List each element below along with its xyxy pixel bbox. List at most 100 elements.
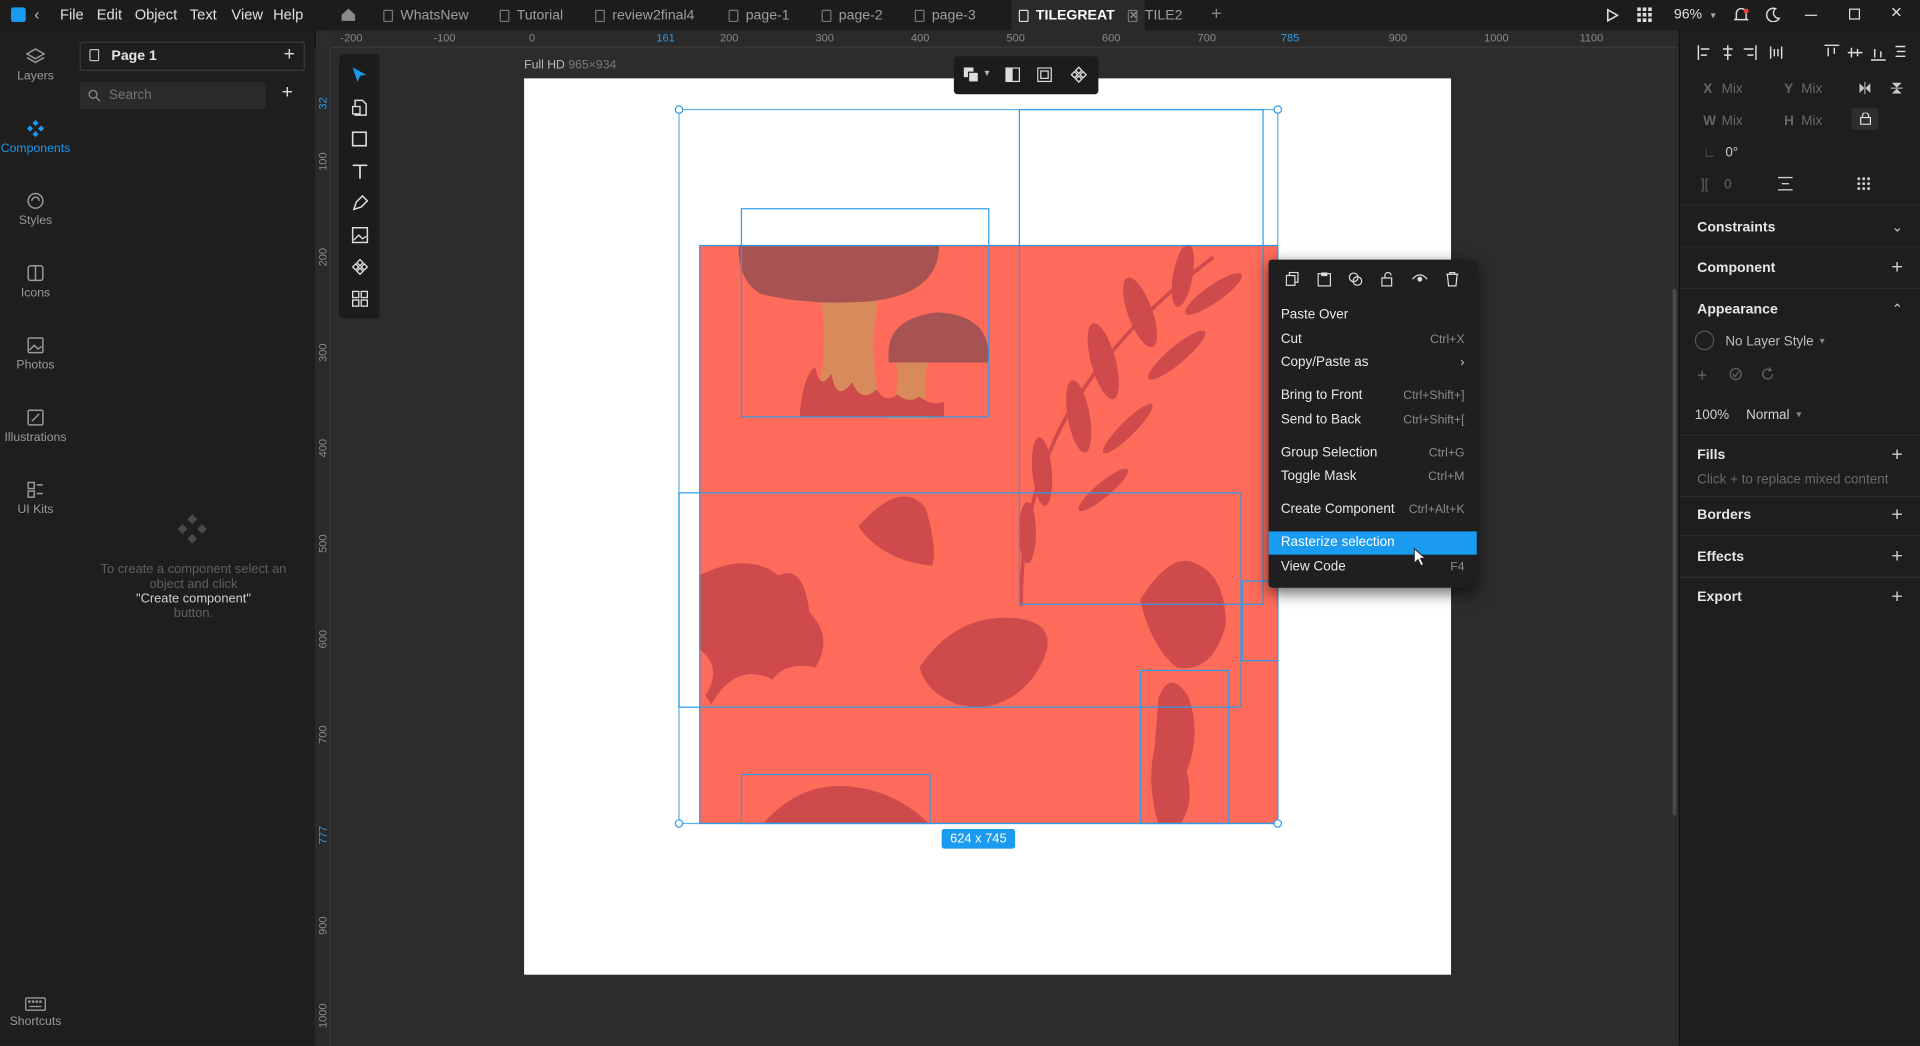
x-field[interactable]: Mix xyxy=(1722,82,1743,97)
create-component-icon[interactable] xyxy=(1070,66,1088,83)
frame-tool-icon[interactable] xyxy=(351,99,368,116)
flip-vertical-icon[interactable] xyxy=(1890,82,1903,94)
tab-tutorial[interactable]: Tutorial xyxy=(499,0,563,31)
menu-file[interactable]: File xyxy=(60,0,84,31)
minimize-icon[interactable] xyxy=(1804,14,1818,16)
search-input[interactable] xyxy=(108,85,256,106)
add-export-plus-icon[interactable]: + xyxy=(1891,587,1902,607)
search-box[interactable] xyxy=(79,82,266,109)
frame-label[interactable]: Full HD 965×934 xyxy=(524,59,616,72)
duplicate-icon[interactable] xyxy=(1348,272,1363,287)
dark-mode-moon-icon[interactable] xyxy=(1765,7,1781,23)
apply-style-check-icon[interactable] xyxy=(1729,367,1742,381)
add-component-button[interactable]: + xyxy=(282,82,293,104)
add-page-button[interactable]: + xyxy=(284,44,295,66)
radius-field[interactable]: 0 xyxy=(1724,178,1732,193)
constraints-chevron-down-icon[interactable]: ⌄ xyxy=(1892,219,1903,236)
page-selector[interactable]: Page 1 + xyxy=(79,41,305,72)
menu-edit[interactable]: Edit xyxy=(97,0,122,31)
y-field[interactable]: Mix xyxy=(1801,82,1822,97)
grid-dots-icon[interactable] xyxy=(1856,176,1871,191)
menu-item-group-selection[interactable]: Group Selection Ctrl+G xyxy=(1269,442,1477,465)
text-tool-icon[interactable] xyxy=(351,163,368,180)
tab-page-3[interactable]: page-3 xyxy=(914,0,976,31)
menu-item-create-component[interactable]: Create Component Ctrl+Alt+K xyxy=(1269,498,1477,521)
nav-layers[interactable]: Layers xyxy=(0,47,71,83)
delete-trash-icon[interactable] xyxy=(1446,271,1459,287)
menu-item-rasterize-selection[interactable]: Rasterize selection xyxy=(1268,531,1477,555)
menu-text[interactable]: Text xyxy=(190,0,217,31)
rotation-field[interactable]: 0° xyxy=(1725,146,1738,161)
add-border-plus-icon[interactable]: + xyxy=(1891,505,1902,525)
tab-page-2[interactable]: page-2 xyxy=(821,0,883,31)
nav-ui-kits[interactable]: UI Kits xyxy=(0,480,71,517)
visibility-eye-icon[interactable] xyxy=(1411,273,1428,285)
menu-item-send-to-back[interactable]: Send to Back Ctrl+Shift+[ xyxy=(1269,409,1477,432)
nav-styles[interactable]: Styles xyxy=(0,191,71,228)
nav-components[interactable]: Components xyxy=(0,119,71,156)
tab-tile2[interactable]: TILE2 xyxy=(1127,0,1182,31)
spacing-icon[interactable] xyxy=(1777,176,1793,191)
mask-icon[interactable] xyxy=(1005,67,1021,83)
back-chevron-icon[interactable]: ‹ xyxy=(34,5,39,23)
paste-icon[interactable] xyxy=(1317,272,1332,287)
resize-handle-top-left[interactable] xyxy=(674,105,684,114)
blend-chevron-down-icon[interactable]: ▾ xyxy=(1796,409,1801,420)
menu-item-view-code[interactable]: View Code F4 xyxy=(1269,556,1477,579)
lock-ratio-button[interactable] xyxy=(1851,107,1879,130)
boolean-union-icon[interactable] xyxy=(963,67,980,83)
unlock-icon[interactable] xyxy=(1381,271,1394,287)
menu-view[interactable]: View xyxy=(231,0,263,31)
appearance-header[interactable]: Appearance xyxy=(1697,302,1778,317)
new-tab-plus-icon[interactable]: + xyxy=(1211,4,1222,25)
appearance-chevron-up-icon[interactable]: ⌃ xyxy=(1892,301,1903,318)
constraints-header[interactable]: Constraints xyxy=(1697,220,1775,235)
layer-style-chevron-down-icon[interactable]: ▾ xyxy=(1820,336,1825,347)
add-component-plus-icon[interactable]: + xyxy=(1891,258,1902,278)
home-icon[interactable] xyxy=(340,7,356,22)
menu-item-bring-to-front[interactable]: Bring to Front Ctrl+Shift+] xyxy=(1269,384,1477,407)
add-fill-plus-icon[interactable]: + xyxy=(1891,445,1902,465)
close-window-icon[interactable]: × xyxy=(1891,2,1902,24)
reset-style-icon[interactable] xyxy=(1761,367,1774,380)
nav-icons[interactable]: Icons xyxy=(0,263,71,300)
tab-review2final4[interactable]: review2final4 xyxy=(595,0,694,31)
zoom-level[interactable]: 96% xyxy=(1674,0,1702,31)
add-style-plus-icon[interactable]: + xyxy=(1697,365,1707,385)
image-tool-icon[interactable] xyxy=(351,227,369,244)
autumn-tile-artwork[interactable] xyxy=(699,244,1279,825)
zoom-chevron-down-icon[interactable]: ▾ xyxy=(1711,10,1716,21)
menu-item-toggle-mask[interactable]: Toggle Mask Ctrl+M xyxy=(1269,465,1477,488)
menu-object[interactable]: Object xyxy=(135,0,177,31)
crop-frame-icon[interactable] xyxy=(1037,67,1053,83)
pen-tool-icon[interactable] xyxy=(351,194,369,212)
nav-shortcuts[interactable]: Shortcuts xyxy=(0,997,71,1029)
restore-icon[interactable] xyxy=(1848,8,1861,20)
tab-page-1[interactable]: page-1 xyxy=(728,0,790,31)
app-logo-icon[interactable] xyxy=(11,7,26,23)
notification-bell-icon[interactable] xyxy=(1733,7,1749,23)
tab-tilegreat[interactable]: TILEGREAT × xyxy=(1011,0,1145,31)
canvas-scrollbar[interactable] xyxy=(1672,288,1677,816)
resize-handle-top-right[interactable] xyxy=(1273,105,1283,114)
boolean-chevron-down-icon[interactable]: ▾ xyxy=(984,67,989,78)
width-field[interactable]: Mix xyxy=(1722,114,1743,129)
copy-icon[interactable] xyxy=(1285,271,1299,287)
resize-handle-bottom-right[interactable] xyxy=(1273,819,1283,828)
nav-illustrations[interactable]: Illustrations xyxy=(0,408,71,444)
add-effect-plus-icon[interactable]: + xyxy=(1891,547,1902,567)
menu-item-copy-paste-as[interactable]: Copy/Paste as › xyxy=(1269,351,1477,374)
menu-item-paste-over[interactable]: Paste Over xyxy=(1269,304,1477,327)
grid-tool-icon[interactable] xyxy=(351,290,369,307)
grid-apps-icon[interactable] xyxy=(1637,7,1652,23)
tab-whatsnew[interactable]: WhatsNew xyxy=(383,0,469,31)
component-tool-icon[interactable] xyxy=(351,258,369,276)
rectangle-tool-icon[interactable] xyxy=(351,131,368,148)
select-tool-icon[interactable] xyxy=(351,66,367,83)
nav-photos[interactable]: Photos xyxy=(0,336,71,372)
play-icon[interactable] xyxy=(1606,8,1619,23)
resize-handle-bottom-left[interactable] xyxy=(674,819,684,828)
flip-horizontal-icon[interactable] xyxy=(1859,82,1871,95)
blend-mode-dropdown[interactable]: Normal xyxy=(1746,408,1789,423)
menu-item-cut[interactable]: Cut Ctrl+X xyxy=(1269,328,1477,351)
